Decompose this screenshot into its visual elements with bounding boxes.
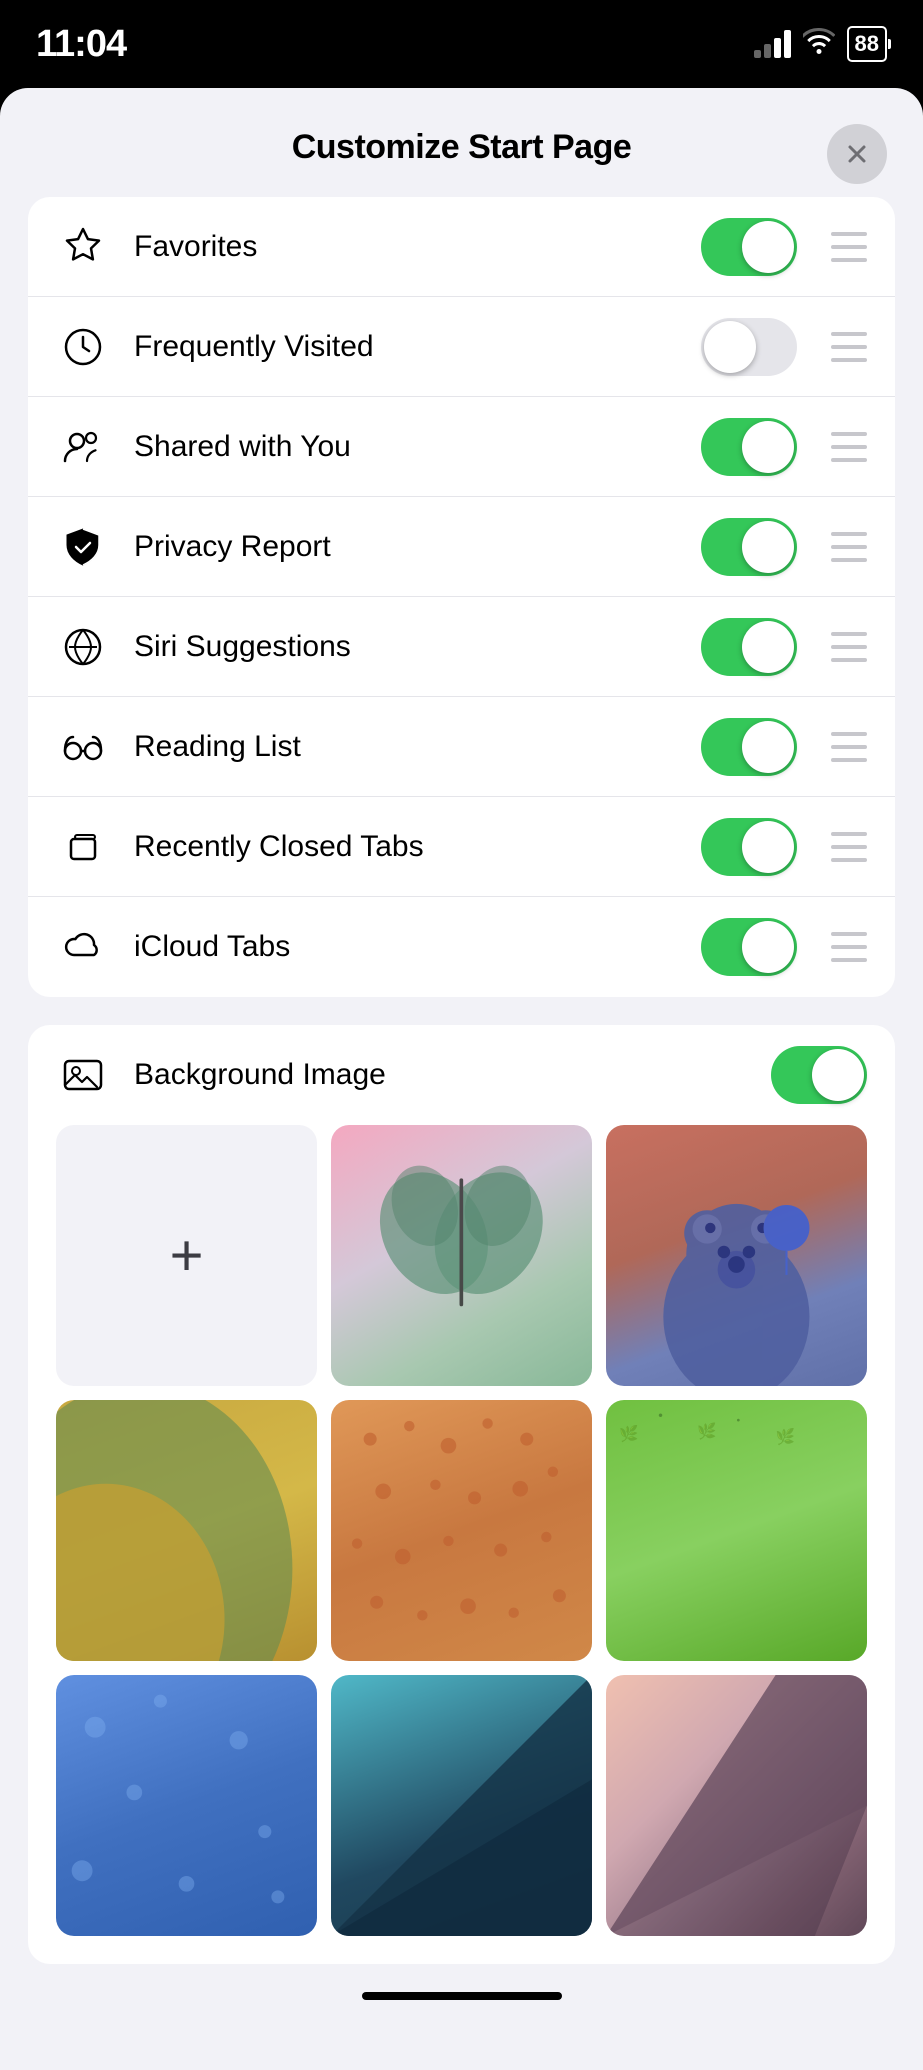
- frequently-visited-drag-handle[interactable]: [831, 332, 867, 362]
- setting-row-frequently-visited: Frequently Visited: [28, 297, 895, 397]
- privacy-report-label: Privacy Report: [134, 530, 677, 564]
- frequently-visited-toggle[interactable]: [701, 318, 797, 376]
- clock-icon: [56, 320, 110, 374]
- icloud-tabs-toggle[interactable]: [701, 918, 797, 976]
- status-icons: 88: [754, 26, 887, 62]
- privacy-report-drag-handle[interactable]: [831, 532, 867, 562]
- setting-row-favorites: Favorites: [28, 197, 895, 297]
- siri-suggestions-label: Siri Suggestions: [134, 630, 677, 664]
- setting-row-icloud-tabs: iCloud Tabs: [28, 897, 895, 997]
- background-image-section: Background Image +: [28, 1025, 895, 1964]
- add-background-button[interactable]: +: [56, 1125, 317, 1386]
- icloud-tabs-label: iCloud Tabs: [134, 930, 677, 964]
- svg-text:🌿: 🌿: [697, 1422, 717, 1441]
- setting-row-shared-with-you: Shared with You: [28, 397, 895, 497]
- wifi-icon: [803, 27, 835, 62]
- sheet-header: Customize Start Page: [0, 88, 923, 197]
- frequently-visited-label: Frequently Visited: [134, 330, 677, 364]
- background-flowers[interactable]: [331, 1400, 592, 1661]
- siri-suggestions-toggle[interactable]: [701, 618, 797, 676]
- shared-with-you-toggle[interactable]: [701, 418, 797, 476]
- recently-closed-tabs-toggle[interactable]: [701, 818, 797, 876]
- status-bar: 11:04 88: [0, 0, 923, 88]
- svg-text:•: •: [658, 1408, 663, 1423]
- people-icon: [56, 420, 110, 474]
- background-pink-geo[interactable]: [606, 1675, 867, 1936]
- shield-icon: [56, 520, 110, 574]
- siri-suggestions-drag-handle[interactable]: [831, 632, 867, 662]
- status-time: 11:04: [36, 23, 126, 66]
- setting-row-reading-list: Reading List: [28, 697, 895, 797]
- background-butterfly[interactable]: [331, 1125, 592, 1386]
- background-image-header: Background Image: [28, 1025, 895, 1125]
- background-blue[interactable]: [56, 1675, 317, 1936]
- background-teal[interactable]: [331, 1675, 592, 1936]
- favorites-drag-handle[interactable]: [831, 232, 867, 262]
- setting-row-siri-suggestions: Siri Suggestions: [28, 597, 895, 697]
- background-image-toggle[interactable]: [771, 1046, 867, 1104]
- tabs-icon: [56, 820, 110, 874]
- svg-text:•: •: [737, 1415, 741, 1426]
- svg-text:🌿: 🌿: [776, 1427, 796, 1446]
- background-image-label: Background Image: [134, 1058, 747, 1092]
- svg-text:🌿: 🌿: [619, 1424, 639, 1443]
- battery-icon: 88: [847, 26, 887, 62]
- favorites-label: Favorites: [134, 230, 677, 264]
- sheet-title: Customize Start Page: [292, 128, 632, 167]
- privacy-report-toggle[interactable]: [701, 518, 797, 576]
- background-green[interactable]: 🌿 • 🌿 • 🌿: [606, 1400, 867, 1661]
- customize-sheet: Customize Start Page Favorites: [0, 88, 923, 2070]
- recently-closed-tabs-label: Recently Closed Tabs: [134, 830, 677, 864]
- plus-icon: +: [170, 1227, 204, 1285]
- reading-list-toggle[interactable]: [701, 718, 797, 776]
- shared-with-you-drag-handle[interactable]: [831, 432, 867, 462]
- recently-closed-tabs-drag-handle[interactable]: [831, 832, 867, 862]
- shared-with-you-label: Shared with You: [134, 430, 677, 464]
- setting-row-privacy-report: Privacy Report: [28, 497, 895, 597]
- icloud-tabs-drag-handle[interactable]: [831, 932, 867, 962]
- settings-card: Favorites Frequently Visited: [28, 197, 895, 997]
- close-button[interactable]: [827, 124, 887, 184]
- image-icon: [56, 1048, 110, 1102]
- siri-icon: [56, 620, 110, 674]
- setting-row-recently-closed-tabs: Recently Closed Tabs: [28, 797, 895, 897]
- background-bear[interactable]: [606, 1125, 867, 1386]
- background-grid: +: [28, 1125, 895, 1964]
- reading-list-label: Reading List: [134, 730, 677, 764]
- reading-list-drag-handle[interactable]: [831, 732, 867, 762]
- signal-icon: [754, 30, 791, 58]
- star-icon: [56, 220, 110, 274]
- cloud-icon: [56, 920, 110, 974]
- background-abstract1[interactable]: [56, 1400, 317, 1661]
- favorites-toggle[interactable]: [701, 218, 797, 276]
- glasses-icon: [56, 720, 110, 774]
